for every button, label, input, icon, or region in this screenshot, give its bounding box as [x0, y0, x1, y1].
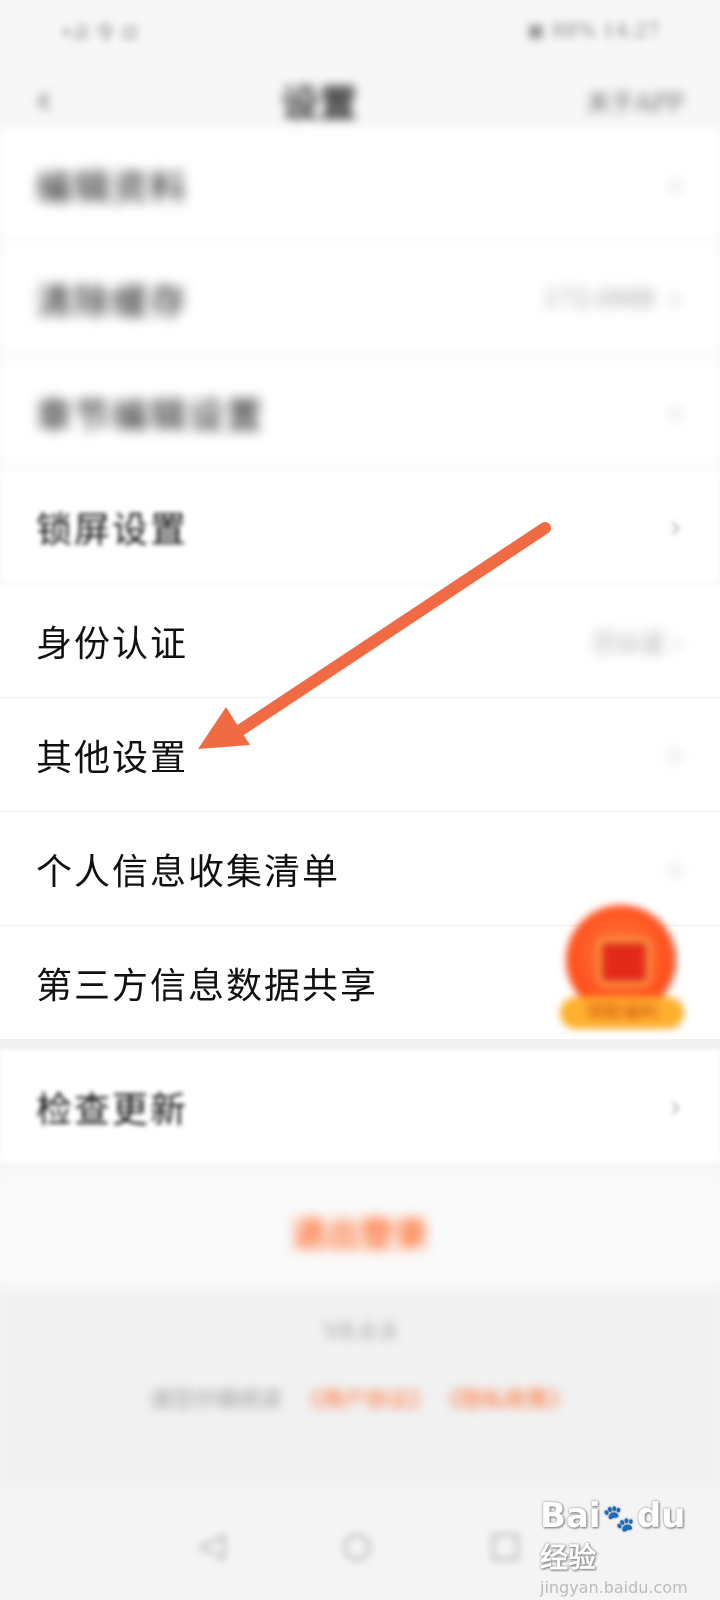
privacy-policy-link[interactable]: 《隐私政策》: [450, 1388, 571, 1413]
app-version: V8.8.8: [324, 1320, 396, 1345]
settings-item-chapter-edit[interactable]: 章节编辑设置 ›: [0, 356, 720, 470]
settings-item-other-settings[interactable]: 其他设置 ›: [0, 698, 720, 812]
gift-floating-button[interactable]: 领取福利: [560, 905, 684, 1033]
chevron-right-icon: ›: [668, 392, 682, 433]
watermark-brand-left: Bai: [540, 1496, 601, 1536]
section-divider: [0, 1040, 720, 1050]
chevron-right-icon: ›: [668, 1086, 682, 1127]
settings-item-lock-screen[interactable]: 锁屏设置 ›: [0, 470, 720, 584]
settings-item-identity[interactable]: 身份认证 已认证 ›: [0, 584, 720, 698]
page-title: 设置: [281, 80, 358, 126]
settings-item-edit-profile[interactable]: 编辑资料 ›: [0, 128, 720, 242]
settings-item-label: 个人信息收集清单: [36, 851, 341, 893]
gift-icon: [598, 939, 650, 985]
agreement-links: 请您仔细阅读 《用户协议》 《隐私政策》: [0, 1382, 720, 1414]
verified-status: 已认证 ›: [592, 629, 682, 657]
settings-item-label: 锁屏设置: [36, 509, 189, 551]
settings-item-label: 其他设置: [36, 737, 189, 779]
user-agreement-link[interactable]: 《用户协议》: [299, 1388, 431, 1413]
settings-item-label: 检查更新: [36, 1089, 189, 1131]
about-app-link[interactable]: 关于APP: [586, 83, 684, 118]
status-right: ▣ 88% 14:27: [526, 18, 660, 42]
chevron-left-icon[interactable]: ‹: [36, 77, 52, 123]
home-nav-icon[interactable]: ○: [342, 1525, 372, 1565]
settings-item-label: 身份认证: [36, 623, 189, 665]
chevron-right-icon: ›: [668, 164, 682, 205]
settings-item-label: 编辑资料: [36, 167, 189, 209]
settings-item-label: 章节编辑设置: [36, 395, 265, 437]
logout-label: 退出登录: [292, 1214, 428, 1255]
watermark-url: jingyan.baidu.com: [540, 1578, 688, 1597]
settings-item-label: 清除缓存: [36, 281, 189, 323]
logout-button[interactable]: 退出登录: [0, 1176, 720, 1286]
status-left: •ᵢll 令 ⊡: [60, 19, 139, 44]
agreement-prefix: 请您仔细阅读: [149, 1388, 282, 1413]
badge-tag: 领取福利: [560, 997, 684, 1029]
settings-item-clear-cache[interactable]: 清除缓存 172.0MB ›: [0, 242, 720, 356]
settings-item-check-update[interactable]: 检查更新 ›: [0, 1050, 720, 1164]
chevron-right-icon: ›: [668, 506, 682, 547]
settings-item-label: 第三方信息数据共享: [36, 965, 379, 1007]
back-nav-icon[interactable]: ◁: [199, 1525, 225, 1565]
watermark-brand-right: du: [636, 1496, 686, 1536]
baidu-watermark: Bai🐾du 经验 jingyan.baidu.com: [540, 1496, 710, 1597]
chevron-right-icon: ›: [668, 278, 682, 319]
chevron-right-icon: ›: [668, 734, 682, 775]
watermark-cn: 经验: [540, 1541, 597, 1574]
footer: V8.8.8 请您仔细阅读 《用户协议》 《隐私政策》: [0, 1290, 720, 1490]
paw-icon: 🐾: [602, 1504, 635, 1534]
recent-apps-icon[interactable]: □: [489, 1525, 521, 1565]
cache-size-value: 172.0MB: [543, 284, 655, 313]
status-bar: •ᵢll 令 ⊡ ▣ 88% 14:27: [0, 0, 720, 60]
chevron-right-icon: ›: [668, 848, 682, 889]
